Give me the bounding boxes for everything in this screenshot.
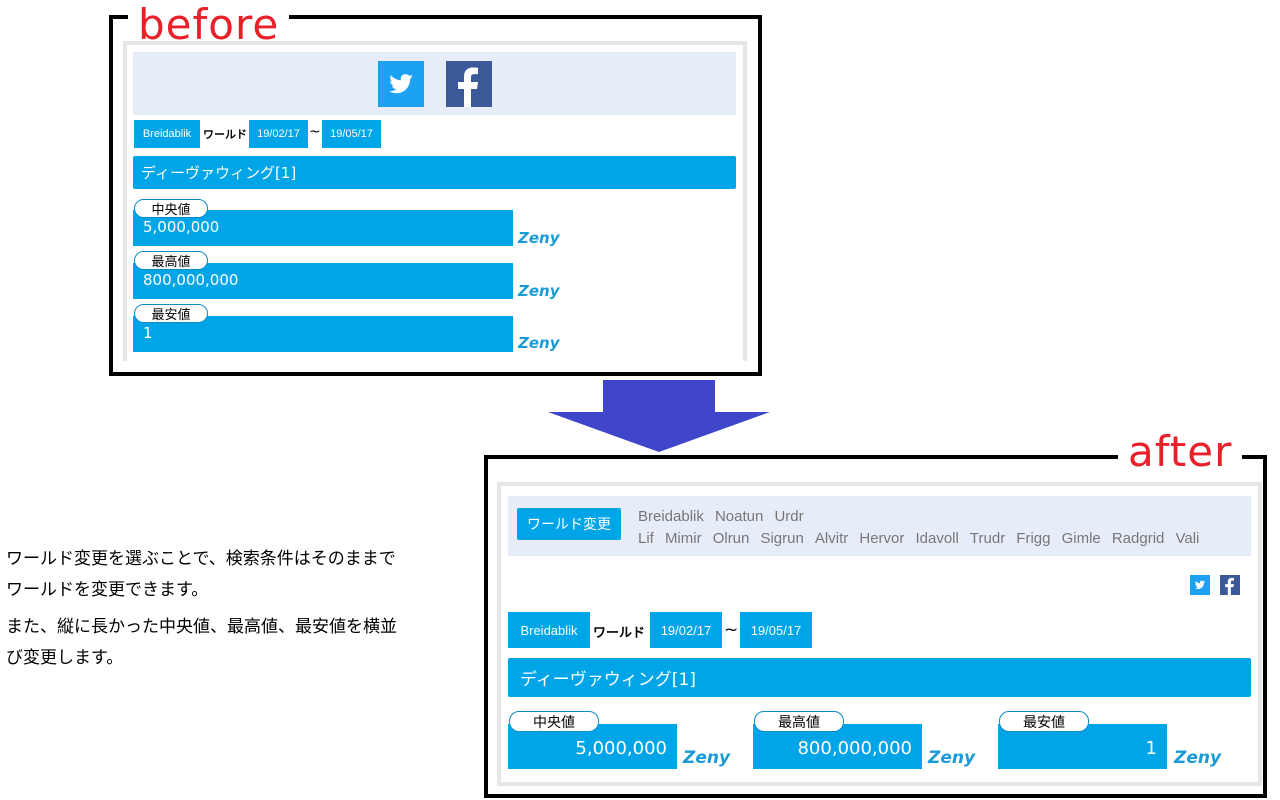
down-arrow bbox=[548, 380, 770, 452]
world-list-row2: Lif Mimir Olrun Sigrun Alvitr Hervor Ida… bbox=[638, 528, 1205, 547]
facebook-share-button[interactable] bbox=[446, 61, 492, 107]
before-min-value: 1 bbox=[143, 324, 153, 342]
world-link[interactable]: Gimle bbox=[1062, 530, 1101, 547]
description-line: び変更します。 bbox=[6, 648, 124, 668]
world-link[interactable]: Frigg bbox=[1016, 530, 1050, 547]
description-line: ワールドを変更できます。 bbox=[6, 580, 209, 600]
world-link[interactable]: Urdr bbox=[774, 508, 803, 525]
after-min-label: 最安値 bbox=[999, 711, 1089, 732]
facebook-icon bbox=[458, 67, 478, 107]
world-link[interactable]: Olrun bbox=[713, 530, 750, 547]
world-link[interactable]: Hervor bbox=[859, 530, 904, 547]
before-max-unit: Zeny bbox=[518, 282, 560, 300]
world-chip: Breidablik bbox=[508, 612, 590, 648]
date-from-chip: 19/02/17 bbox=[249, 120, 308, 148]
world-link[interactable]: Noatun bbox=[715, 508, 763, 525]
world-link[interactable]: Vali bbox=[1175, 530, 1199, 547]
after-median-unit: Zeny bbox=[683, 748, 731, 768]
date-to-chip: 19/05/17 bbox=[322, 120, 381, 148]
after-max-unit: Zeny bbox=[928, 748, 976, 768]
world-link[interactable]: Sigrun bbox=[760, 530, 803, 547]
before-min-label: 最安値 bbox=[134, 304, 208, 323]
after-min-value: 1 bbox=[1145, 738, 1157, 759]
before-label: before bbox=[128, 4, 290, 46]
twitter-share-button[interactable] bbox=[1190, 575, 1210, 595]
item-name: ディーヴァウィング[1] bbox=[141, 164, 297, 182]
facebook-share-button[interactable] bbox=[1220, 575, 1240, 595]
tilde: ~ bbox=[309, 124, 321, 140]
facebook-icon bbox=[1225, 577, 1234, 595]
before-min-unit: Zeny bbox=[518, 334, 560, 352]
description: ワールド変更を選ぶことで、検索条件はそのままで ワールドを変更できます。 また、… bbox=[6, 544, 476, 674]
world-list-row1: Breidablik Noatun Urdr bbox=[638, 506, 810, 525]
after-median-value: 5,000,000 bbox=[575, 738, 667, 759]
after-label: after bbox=[1118, 431, 1243, 473]
world-chip: Breidablik bbox=[134, 120, 200, 148]
world-link[interactable]: Idavoll bbox=[915, 530, 958, 547]
after-max-label: 最高値 bbox=[754, 711, 844, 732]
twitter-icon bbox=[389, 74, 413, 94]
twitter-icon bbox=[1194, 580, 1206, 589]
item-name: ディーヴァウィング[1] bbox=[520, 670, 696, 690]
before-max-label: 最高値 bbox=[134, 251, 208, 270]
date-to-chip: 19/05/17 bbox=[740, 612, 812, 648]
before-median-value: 5,000,000 bbox=[143, 218, 220, 236]
world-link[interactable]: Mimir bbox=[665, 530, 702, 547]
after-max-value: 800,000,000 bbox=[797, 738, 912, 759]
world-link[interactable]: Trudr bbox=[970, 530, 1005, 547]
world-link[interactable]: Alvitr bbox=[815, 530, 848, 547]
world-label: ワールド bbox=[593, 626, 646, 641]
world-change-button[interactable]: ワールド変更 bbox=[517, 508, 621, 540]
item-name-bar: ディーヴァウィング[1] bbox=[133, 156, 736, 189]
share-bar bbox=[133, 52, 736, 115]
date-from-chip: 19/02/17 bbox=[650, 612, 722, 648]
before-median-label: 中央値 bbox=[134, 199, 208, 218]
after-min-unit: Zeny bbox=[1174, 748, 1222, 768]
world-link[interactable]: Radgrid bbox=[1112, 530, 1165, 547]
description-line: また、縦に長かった中央値、最高値、最安値を横並 bbox=[6, 617, 397, 637]
item-name-bar: ディーヴァウィング[1] bbox=[508, 658, 1251, 697]
world-label: ワールド bbox=[203, 128, 247, 141]
world-link[interactable]: Lif bbox=[638, 530, 654, 547]
twitter-share-button[interactable] bbox=[378, 61, 424, 107]
after-median-label: 中央値 bbox=[509, 711, 599, 732]
tilde: ~ bbox=[724, 620, 739, 640]
before-median-unit: Zeny bbox=[518, 229, 560, 247]
description-line: ワールド変更を選ぶことで、検索条件はそのままで bbox=[6, 549, 396, 569]
world-link[interactable]: Breidablik bbox=[638, 508, 704, 525]
before-max-value: 800,000,000 bbox=[143, 271, 239, 289]
